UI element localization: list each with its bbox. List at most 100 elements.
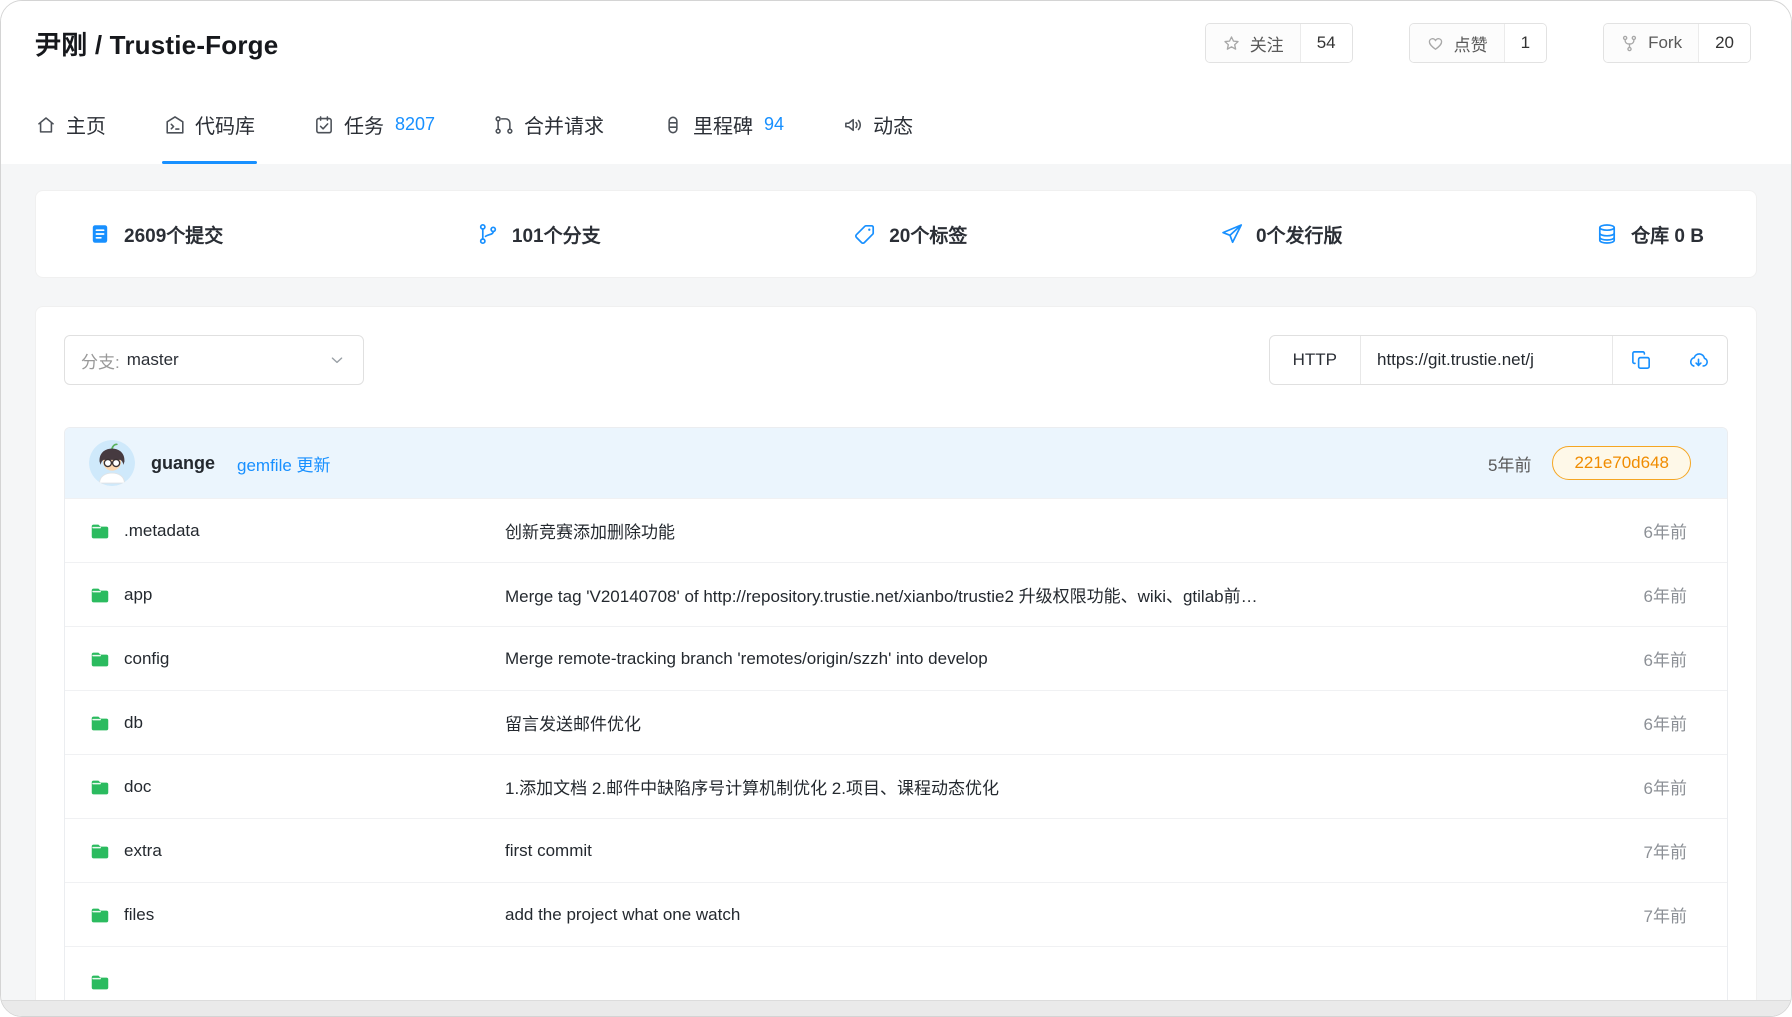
star-icon: [1222, 34, 1241, 53]
stat-releases[interactable]: 0个发行版: [1220, 221, 1343, 248]
repo-stats-bar: 2609个提交 101个分支 20个标签 0个发行版: [35, 190, 1757, 278]
action-label: Fork: [1648, 33, 1682, 53]
file-commit-message[interactable]: 创新竞赛添加删除功能: [505, 518, 1632, 543]
window-bottom-edge: [1, 1000, 1791, 1016]
tab-issues[interactable]: 任务 8207: [313, 85, 435, 164]
commit-message-link[interactable]: gemfile 更新: [237, 451, 331, 476]
tab-count: 8207: [395, 114, 435, 135]
stat-label: 2609个提交: [124, 221, 223, 248]
file-time: 6年前: [1644, 710, 1687, 735]
app: app Merge tag 'V20140708' of http://repo…: [65, 562, 1727, 626]
avatar[interactable]: [89, 440, 135, 486]
file-commit-message[interactable]: 1.添加文档 2.邮件中缺陷序号计算机制优化 2.项目、课程动态优化: [505, 774, 1632, 799]
file-time: 6年前: [1644, 518, 1687, 543]
folder-icon: [89, 712, 111, 734]
watch-button[interactable]: 关注 54: [1205, 23, 1353, 63]
commits-icon: [88, 222, 112, 246]
tab-activity[interactable]: 动态: [842, 85, 913, 164]
action-count: 20: [1698, 24, 1750, 62]
folder-icon: [89, 648, 111, 670]
stat-commits[interactable]: 2609个提交: [88, 221, 223, 248]
repo-files-card: 分支: master HTTP: [35, 306, 1757, 1016]
folder-icon: [89, 520, 111, 542]
file-time: 6年前: [1644, 646, 1687, 671]
file-commit-message[interactable]: Merge remote-tracking branch 'remotes/or…: [505, 649, 1632, 669]
home-icon: [35, 114, 57, 136]
branch-icon: [476, 222, 500, 246]
branch-selector[interactable]: 分支: master: [64, 335, 364, 385]
action-label: 关注: [1250, 31, 1284, 56]
file-commit-message[interactable]: 留言发送邮件优化: [505, 710, 1632, 735]
folder-icon: [89, 840, 111, 862]
copy-url-button[interactable]: [1613, 336, 1670, 384]
file-link[interactable]: .metadata: [89, 520, 505, 542]
file-time: 6年前: [1644, 582, 1687, 607]
folder-icon: [89, 776, 111, 798]
branch-value: master: [127, 350, 179, 370]
praise-button[interactable]: 点赞 1: [1409, 23, 1547, 63]
action-label: 点赞: [1454, 31, 1488, 56]
file-commit-message[interactable]: add the project what one watch: [505, 905, 1632, 925]
latest-commit-bar: guange gemfile 更新 5年前 221e70d648: [65, 428, 1727, 498]
tab-count: 94: [764, 114, 784, 135]
folder-icon: [89, 904, 111, 926]
file-name: app: [124, 585, 152, 605]
clone-url-group: HTTP: [1269, 335, 1728, 385]
stat-storage[interactable]: 仓库 0 B: [1595, 221, 1704, 248]
file-link[interactable]: db: [89, 712, 505, 734]
stat-branches[interactable]: 101个分支: [476, 221, 601, 248]
files: files add the project what one watch 7年前: [65, 882, 1727, 946]
file-link[interactable]: [89, 971, 505, 993]
merge-icon: [493, 114, 515, 136]
storage-icon: [1595, 222, 1619, 246]
file-commit-message[interactable]: Merge tag 'V20140708' of http://reposito…: [505, 582, 1632, 607]
file-name: doc: [124, 777, 151, 797]
file-table: guange gemfile 更新 5年前 221e70d648 .metada…: [64, 427, 1728, 1016]
file-link[interactable]: config: [89, 648, 505, 670]
doc: doc 1.添加文档 2.邮件中缺陷序号计算机制优化 2.项目、课程动态优化 6…: [65, 754, 1727, 818]
file-time: 7年前: [1644, 902, 1687, 927]
stat-tags[interactable]: 20个标签: [853, 221, 967, 248]
tab-label: 任务: [344, 110, 384, 139]
folder-icon: [89, 584, 111, 606]
branch-label: 分支:: [81, 348, 120, 373]
.metadata: .metadata 创新竞赛添加删除功能 6年前: [65, 498, 1727, 562]
file-commit-message[interactable]: first commit: [505, 841, 1632, 861]
page-title: 尹刚 / Trustie-Forge: [35, 25, 278, 62]
tab-label: 里程碑: [693, 110, 753, 139]
file-name: config: [124, 649, 169, 669]
stat-label: 0个发行版: [1256, 221, 1343, 248]
tab-label: 合并请求: [524, 110, 604, 139]
config: config Merge remote-tracking branch 'rem…: [65, 626, 1727, 690]
protocol-toggle[interactable]: HTTP: [1270, 336, 1361, 384]
fork-icon: [1620, 34, 1639, 53]
folder-icon: [89, 971, 111, 993]
file-time: 7年前: [1644, 838, 1687, 863]
commit-sha-badge[interactable]: 221e70d648: [1552, 446, 1691, 480]
tab-label: 动态: [873, 110, 913, 139]
stat-label: 101个分支: [512, 221, 601, 248]
repo-toolbar: 分支: master HTTP: [64, 335, 1728, 385]
clone-url-input[interactable]: [1361, 336, 1613, 384]
tab-repository[interactable]: 代码库: [164, 85, 255, 164]
file-time: 6年前: [1644, 774, 1687, 799]
file-link[interactable]: app: [89, 584, 505, 606]
tab-pulls[interactable]: 合并请求: [493, 85, 604, 164]
tab-home[interactable]: 主页: [35, 85, 106, 164]
stat-label: 仓库 0 B: [1631, 221, 1704, 248]
file-name: extra: [124, 841, 162, 861]
file-link[interactable]: extra: [89, 840, 505, 862]
download-button[interactable]: [1670, 336, 1727, 384]
action-count: 1: [1504, 24, 1546, 62]
file-link[interactable]: doc: [89, 776, 505, 798]
copy-icon: [1630, 349, 1653, 372]
app-window: 尹刚 / Trustie-Forge 关注 54 点赞 1: [0, 0, 1792, 1017]
commit-author[interactable]: guange: [151, 453, 215, 474]
file-name: .metadata: [124, 521, 200, 541]
file-link[interactable]: files: [89, 904, 505, 926]
tab-milestones[interactable]: 里程碑 94: [662, 85, 784, 164]
release-icon: [1220, 222, 1244, 246]
file-list: .metadata 创新竞赛添加删除功能 6年前 app Merge tag '…: [65, 498, 1727, 946]
fork-button[interactable]: Fork 20: [1603, 23, 1751, 63]
heart-icon: [1426, 34, 1445, 53]
